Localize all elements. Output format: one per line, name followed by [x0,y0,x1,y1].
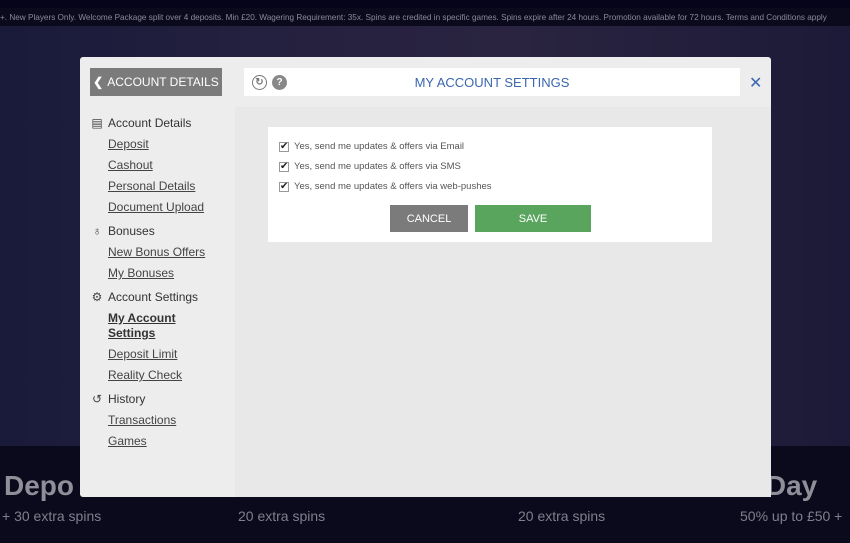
sidebar-link[interactable]: My Bonuses [108,266,230,281]
id-card-icon: ▤ [91,116,103,130]
close-icon[interactable]: ✕ [749,73,762,93]
sidebar-link[interactable]: Personal Details [108,179,230,194]
webpush-checkbox[interactable]: ✔ Yes, send me updates & offers via web-p… [279,181,492,192]
sidebar-section: ↺ History [91,392,146,406]
sidebar-section: ♁ Bonuses [90,223,230,239]
sidebar-link[interactable]: New Bonus Offers [108,245,230,260]
email-checkbox[interactable]: ✔ Yes, send me updates & offers via Email [279,141,464,152]
save-button[interactable]: SAVE [475,205,591,232]
terms-text: +. New Players Only. Welcome Package spl… [0,13,827,22]
cancel-button[interactable]: CANCEL [390,205,468,232]
sidebar-section: ⚙ Account Settings [91,290,199,304]
money-bag-icon: ♁ [92,224,102,238]
chevron-left-icon: ❮ [93,75,104,89]
promo-sub: 20 extra spins [238,508,326,524]
top-bar [0,0,850,8]
sidebar-link[interactable]: Games [108,434,230,449]
sidebar-link[interactable]: Cashout [108,158,230,173]
history-icon: ↺ [91,392,103,406]
sidebar: ▤ Account Details Deposit Cashout Personal D… [90,107,230,449]
sidebar-section: ▤ Account Details [91,116,192,130]
page-title: MY ACCOUNT SETTINGS [414,74,570,90]
sms-checkbox[interactable]: ✔ Yes, send me updates & offers via SMS [279,161,461,172]
sidebar-link[interactable]: Deposit Limit [108,347,230,362]
back-account-details-button[interactable]: ❮ ACCOUNT DETAILS [90,68,222,96]
sidebar-link[interactable]: Transactions [108,413,230,428]
sidebar-link[interactable]: My Account Settings [108,311,188,341]
sidebar-link[interactable]: Reality Check [108,368,230,383]
settings-header: MY ACCOUNT SETTINGS ↻ ? [244,68,740,96]
sidebar-link[interactable]: Deposit [108,137,230,152]
sidebar-link[interactable]: Document Upload [108,200,230,215]
promo-sub: 50% up to £50 + [740,508,843,524]
help-icon[interactable]: ? [272,74,287,90]
promo-sub: 20 extra spins [518,508,606,524]
promo-sub: + 30 extra spins [2,508,102,524]
account-modal: ❮ ACCOUNT DETAILS MY ACCOUNT SETTINGS ↻ ?… [80,57,771,497]
preferences-form: ✔ Yes, send me updates & offers via Email… [268,127,712,242]
support-icon[interactable]: ↻ [252,74,267,90]
gear-icon: ⚙ [91,290,103,304]
promo-title: Depo [4,470,74,501]
